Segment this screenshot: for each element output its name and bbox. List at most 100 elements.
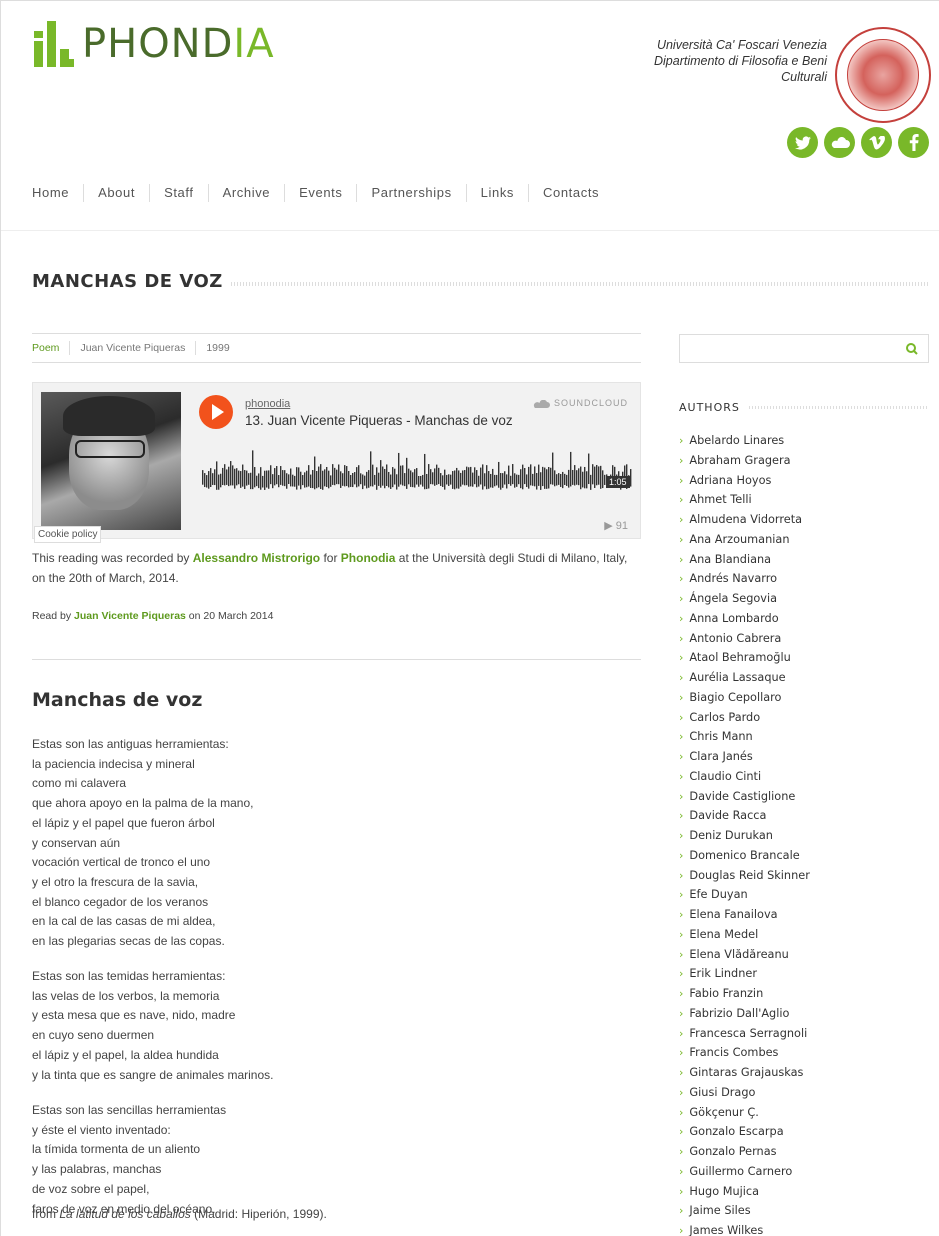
author-link[interactable]: › Jaime Siles xyxy=(679,1201,810,1221)
twitter-icon[interactable] xyxy=(787,127,818,158)
department-line: Dipartimento di Filosofia e Beni xyxy=(654,54,827,68)
author-link[interactable]: › Gökçenur Ç. xyxy=(679,1103,810,1123)
author-link[interactable]: › Gonzalo Pernas xyxy=(679,1142,810,1162)
soundcloud-icon[interactable] xyxy=(824,127,855,158)
nav-archive[interactable]: Archive xyxy=(207,184,285,202)
author-link[interactable]: › Andrés Navarro xyxy=(679,569,810,589)
nav-staff[interactable]: Staff xyxy=(149,184,208,202)
author-link[interactable]: › Efe Duyan xyxy=(679,885,810,905)
author-link[interactable]: › Fabrizio Dall'Aglio xyxy=(679,1004,810,1024)
header-divider xyxy=(1,230,939,231)
facebook-icon[interactable] xyxy=(898,127,929,158)
author-link[interactable]: › Aurélia Lassaque xyxy=(679,668,810,688)
soundcloud-brand[interactable]: SOUNDCLOUD xyxy=(533,398,628,408)
play-button[interactable] xyxy=(199,395,233,429)
vimeo-icon[interactable] xyxy=(861,127,892,158)
nav-home[interactable]: Home xyxy=(32,184,83,202)
author-link[interactable]: › Ana Arzoumanian xyxy=(679,530,810,550)
chevron-right-icon: › xyxy=(679,671,684,684)
search-input[interactable] xyxy=(680,335,900,362)
chevron-right-icon: › xyxy=(679,690,684,704)
player-track-title[interactable]: 13. Juan Vicente Piqueras - Manchas de v… xyxy=(245,413,513,428)
post-meta: Poem Juan Vicente Piqueras 1999 xyxy=(32,333,641,363)
author-name: Davide Castiglione xyxy=(689,789,796,803)
author-link[interactable]: › Giusi Drago xyxy=(679,1083,810,1103)
author-link[interactable]: › Antonio Cabrera xyxy=(679,629,810,649)
author-link[interactable]: › Chris Mann xyxy=(679,727,810,747)
author-link[interactable]: › Erik Lindner xyxy=(679,964,810,984)
search-icon[interactable] xyxy=(904,341,920,357)
author-name: Ahmet Telli xyxy=(689,493,752,507)
author-link[interactable]: › Guillermo Carnero xyxy=(679,1162,810,1182)
author-link[interactable]: › Francesca Serragnoli xyxy=(679,1024,810,1044)
logo-bars-icon xyxy=(34,21,74,67)
chevron-right-icon: › xyxy=(679,1224,684,1236)
author-name: James Wilkes xyxy=(689,1224,764,1236)
author-link[interactable]: › Elena Fanailova xyxy=(679,905,810,925)
author-name: Jaime Siles xyxy=(689,1204,751,1218)
author-name: Efe Duyan xyxy=(689,888,748,902)
nav-links[interactable]: Links xyxy=(465,184,528,202)
author-link[interactable]: › Domenico Brancale xyxy=(679,846,810,866)
author-name: Chris Mann xyxy=(689,730,753,744)
author-link[interactable]: › Hugo Mujica xyxy=(679,1182,810,1202)
recorder-link[interactable]: Alessandro Mistrorigo xyxy=(193,551,320,565)
meta-year[interactable]: 1999 xyxy=(195,341,239,355)
author-link[interactable]: › Ángela Segovia xyxy=(679,589,810,609)
author-link[interactable]: › Anna Lombardo xyxy=(679,609,810,629)
nav-events[interactable]: Events xyxy=(284,184,356,202)
nav-about[interactable]: About xyxy=(83,184,149,202)
phonodia-link[interactable]: Phonodia xyxy=(341,551,396,565)
author-link[interactable]: › Adriana Hoyos xyxy=(679,471,810,491)
cookie-policy-link[interactable]: Cookie policy xyxy=(34,526,102,543)
university-seal[interactable] xyxy=(835,27,931,123)
author-link[interactable]: › Biagio Cepollaro xyxy=(679,688,810,708)
author-link[interactable]: › Ataol Behramoğlu xyxy=(679,648,810,668)
chevron-right-icon: › xyxy=(679,1085,684,1099)
chevron-right-icon: › xyxy=(679,1105,684,1119)
nav-contacts[interactable]: Contacts xyxy=(528,184,613,202)
author-link[interactable]: › Elena Medel xyxy=(679,925,810,945)
seal-emblem xyxy=(847,39,919,111)
chevron-right-icon: › xyxy=(679,1164,684,1178)
author-link[interactable]: › Elena Vlădăreanu xyxy=(679,945,810,965)
read-by: Read by Juan Vicente Piqueras on 20 Marc… xyxy=(32,610,274,622)
university-name[interactable]: Università Ca' Foscari Venezia Dipartime… xyxy=(637,37,827,85)
meta-category[interactable]: Poem xyxy=(32,341,69,355)
author-link[interactable]: › Douglas Reid Skinner xyxy=(679,866,810,886)
author-link[interactable]: › Almudena Vidorreta xyxy=(679,510,810,530)
author-link[interactable]: › Fabio Franzin xyxy=(679,984,810,1004)
poem-stanza: Estas son las temidas herramientas: las v… xyxy=(32,969,274,1082)
reader-link[interactable]: Juan Vicente Piqueras xyxy=(74,610,186,622)
author-link[interactable]: › Abraham Gragera xyxy=(679,451,810,471)
author-link[interactable]: › Ana Blandiana xyxy=(679,550,810,570)
chevron-right-icon: › xyxy=(679,868,684,882)
author-link[interactable]: › Claudio Cinti xyxy=(679,767,810,787)
author-link[interactable]: › Deniz Durukan xyxy=(679,826,810,846)
waveform[interactable] xyxy=(202,449,632,501)
author-link[interactable]: › James Wilkes xyxy=(679,1221,810,1236)
author-link[interactable]: › Gintaras Grajauskas xyxy=(679,1063,810,1083)
phonodia-logo[interactable]: PHONDIA xyxy=(34,21,275,67)
author-link[interactable]: › Abelardo Linares xyxy=(679,431,810,451)
author-link[interactable]: › Clara Janés xyxy=(679,747,810,767)
player-user-link[interactable]: phonodia xyxy=(245,398,290,410)
author-link[interactable]: › Davide Racca xyxy=(679,806,810,826)
author-link[interactable]: › Ahmet Telli xyxy=(679,490,810,510)
author-name: Ana Blandiana xyxy=(689,552,772,566)
chevron-right-icon: › xyxy=(679,1184,684,1198)
chevron-right-icon: › xyxy=(679,473,684,487)
author-link[interactable]: › Carlos Pardo xyxy=(679,708,810,728)
author-name: Elena Vlădăreanu xyxy=(689,947,789,961)
chevron-right-icon: › xyxy=(679,1145,684,1158)
authors-heading: AUTHORS xyxy=(679,401,740,414)
meta-author[interactable]: Juan Vicente Piqueras xyxy=(69,341,195,355)
chevron-right-icon: › xyxy=(679,829,684,842)
author-link[interactable]: › Francis Combes xyxy=(679,1043,810,1063)
chevron-right-icon: › xyxy=(679,1066,684,1079)
track-duration: 1:05 xyxy=(606,476,630,488)
author-link[interactable]: › Gonzalo Escarpa xyxy=(679,1122,810,1142)
author-link[interactable]: › Davide Castiglione xyxy=(679,787,810,807)
nav-partnerships[interactable]: Partnerships xyxy=(356,184,465,202)
author-name: Abelardo Linares xyxy=(689,434,785,447)
